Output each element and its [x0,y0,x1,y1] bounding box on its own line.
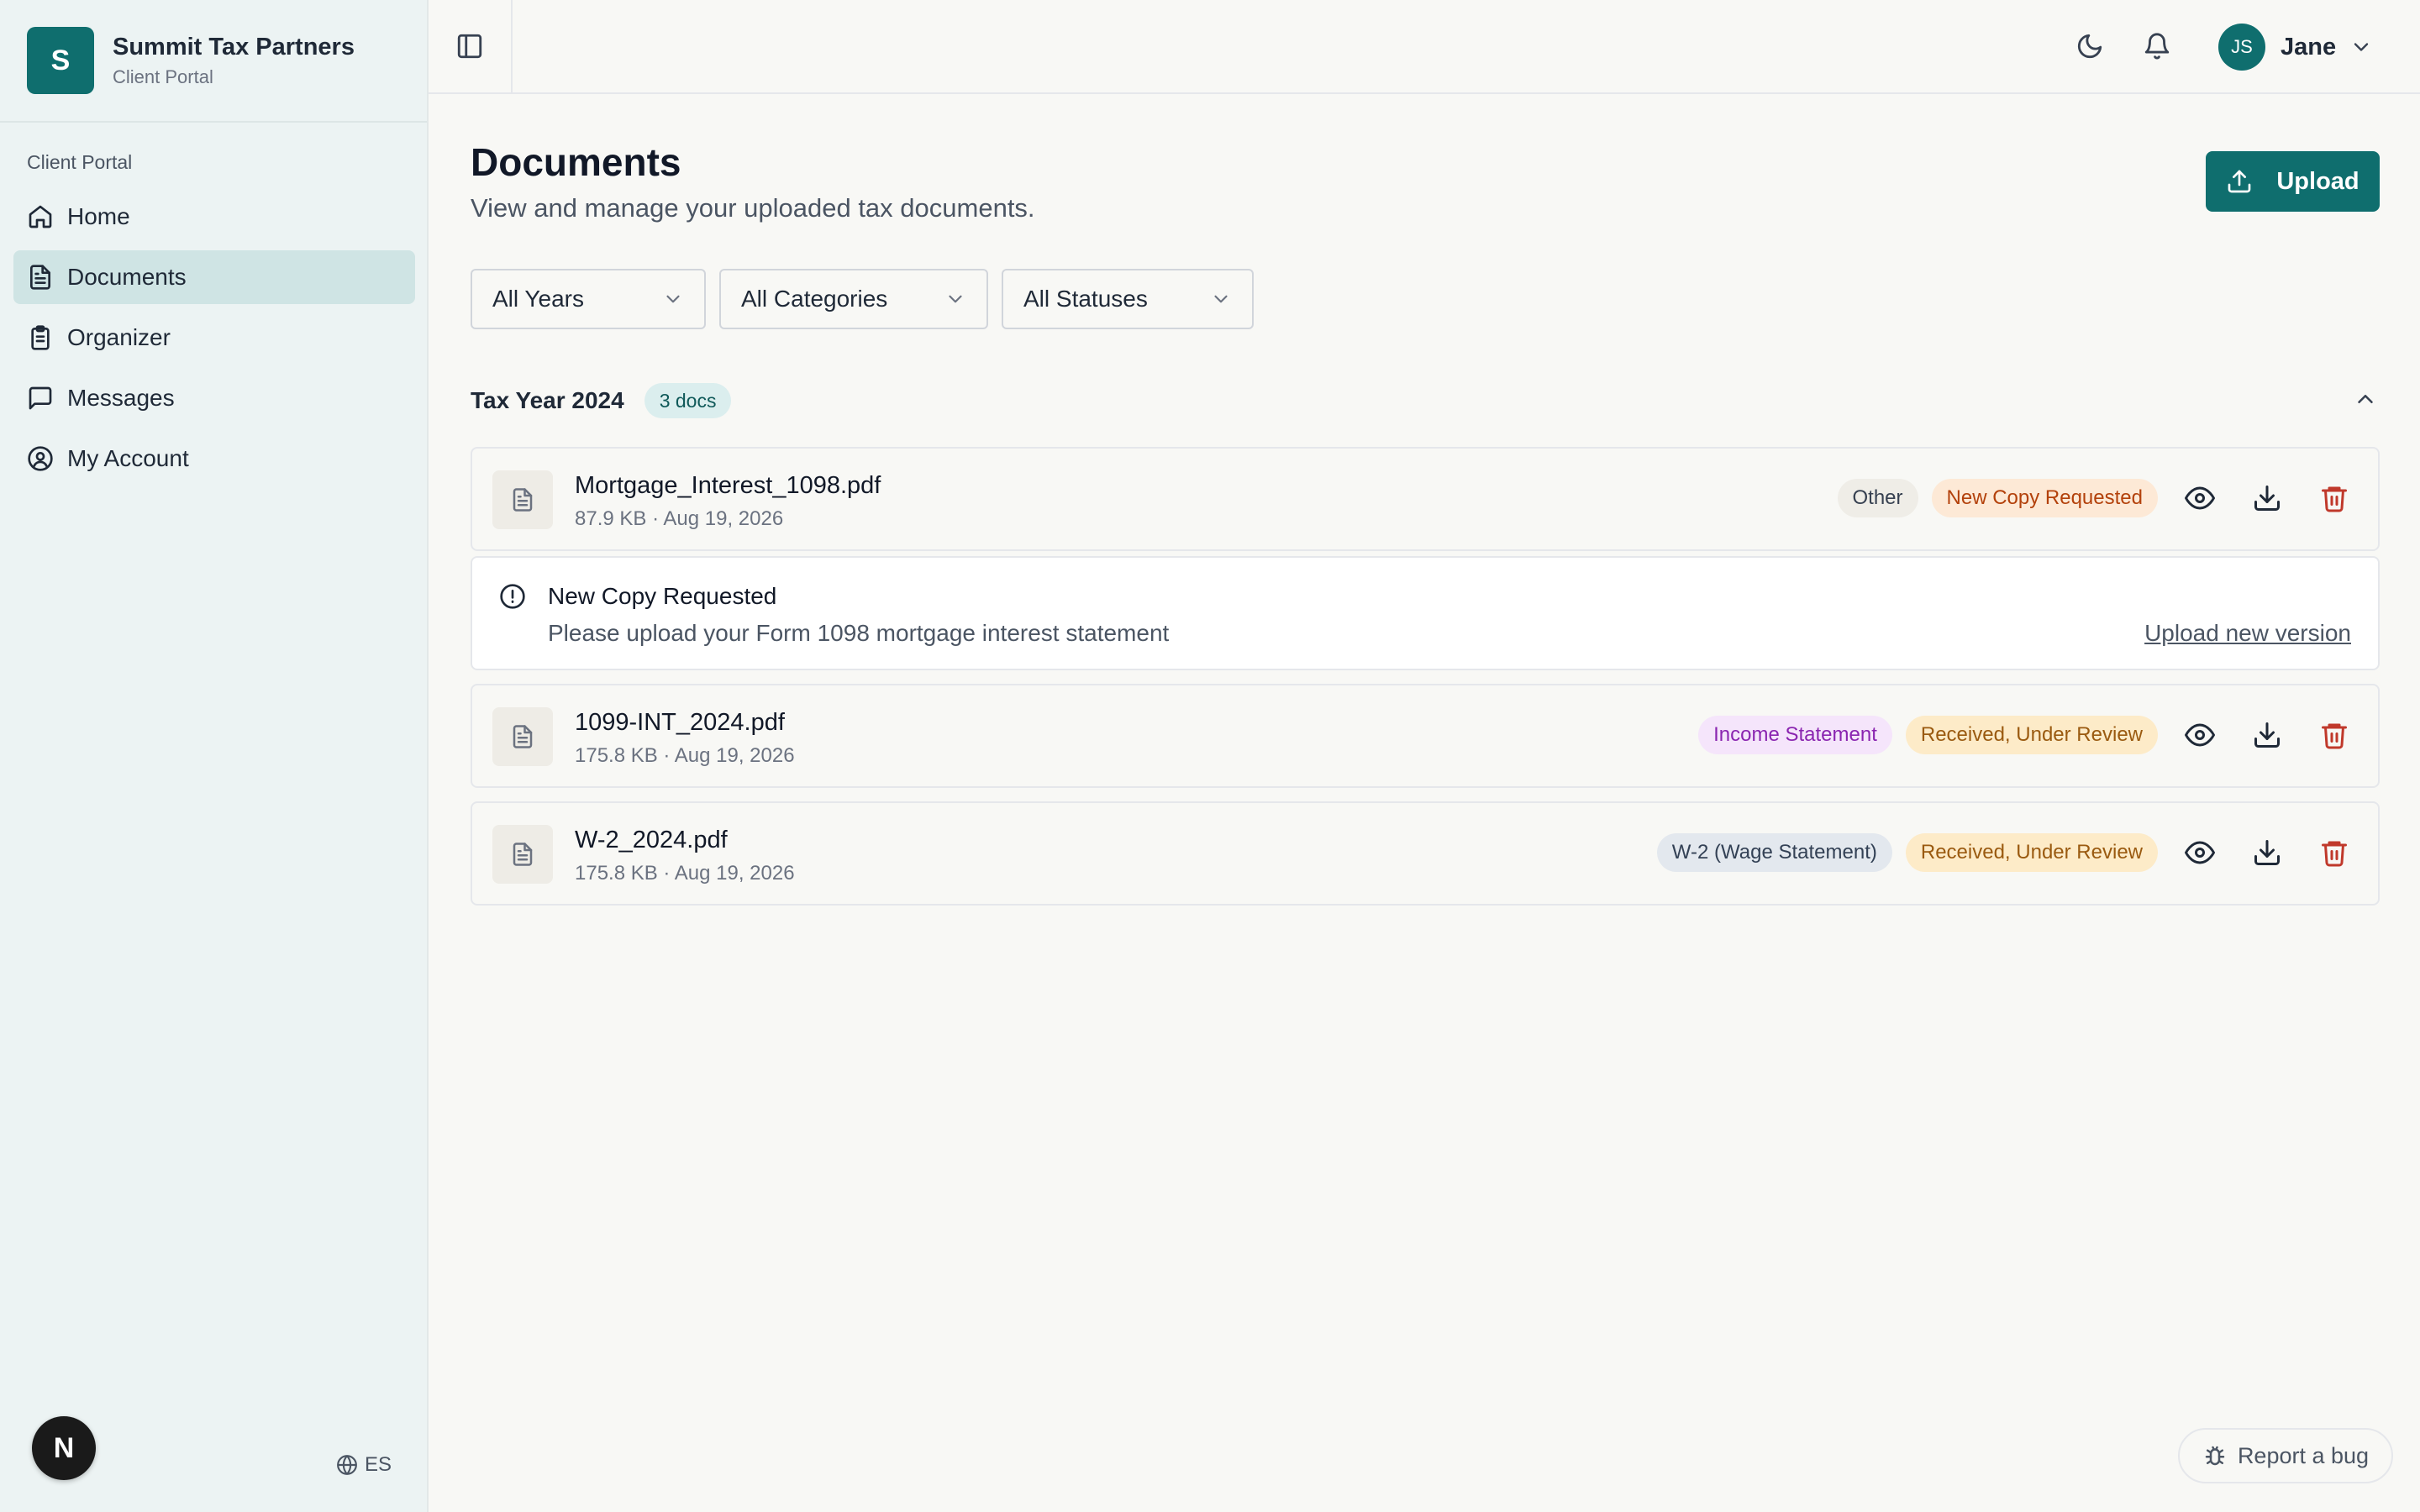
sidebar-item-home[interactable]: Home [13,190,415,244]
status-badge: New Copy Requested [1931,479,2158,517]
document-name: W-2_2024.pdf [575,827,728,853]
notice-message: Please upload your Form 1098 mortgage in… [548,620,1170,646]
download-icon[interactable] [2252,483,2282,513]
table-row: 1099-INT_2024.pdf 175.8 KB · Aug 19, 202… [471,684,2380,788]
report-bug-button[interactable]: Report a bug [2178,1428,2393,1483]
sidebar: S Summit Tax Partners Client Portal Clie… [0,0,429,1512]
notice-title: New Copy Requested [548,583,777,609]
sidebar-item-organizer[interactable]: Organizer [13,311,415,365]
document-name: Mortgage_Interest_1098.pdf [575,472,881,499]
file-icon-box [492,470,553,529]
trash-icon[interactable] [2319,720,2349,750]
brand-subtitle: Client Portal [113,66,213,87]
report-bug-label: Report a bug [2237,1442,2370,1468]
sidebar-item-label: Messages [67,385,175,411]
sidebar-item-label: My Account [67,445,189,471]
alert-circle-icon [500,584,525,609]
sidebar-item-label: Home [67,203,130,229]
sidebar-item-documents[interactable]: Documents [13,250,415,304]
file-icon-box [492,707,553,766]
avatar: JS [2218,24,2265,71]
year-filter-select[interactable]: All Years [471,269,706,329]
upload-new-version-link[interactable]: Upload new version [2144,620,2351,647]
bug-icon [2205,1446,2225,1466]
file-icon [513,488,533,512]
status-badge: Received, Under Review [1905,716,2158,754]
nav-section-label: Client Portal [27,151,133,173]
language-label: ES [365,1453,392,1476]
category-badge: Other [1837,479,1918,517]
chevron-down-icon [2354,43,2369,51]
category-badge: Income Statement [1698,716,1892,754]
user-menu[interactable]: JS Jane [2218,24,2373,71]
document-meta: 87.9 KB · Aug 19, 2026 [575,507,784,530]
user-name: Jane [2281,33,2337,60]
trash-icon[interactable] [2319,483,2349,513]
upload-button[interactable]: Upload [2206,151,2380,212]
file-icon [513,843,533,866]
download-icon[interactable] [2252,720,2282,750]
status-filter-select[interactable]: All Statuses [1002,269,1254,329]
sidebar-toggle-icon [457,34,482,59]
status-badge: Received, Under Review [1905,833,2158,872]
table-row: W-2_2024.pdf 175.8 KB · Aug 19, 2026 W-2… [471,801,2380,906]
category-filter-select[interactable]: All Categories [719,269,988,329]
sidebar-item-my-account[interactable]: My Account [13,432,415,486]
sidebar-item-messages[interactable]: Messages [13,371,415,425]
brand-logo: S [27,27,94,94]
doc-count-badge: 3 docs [644,383,732,418]
language-switcher[interactable]: ES [336,1453,392,1477]
clipboard-icon [31,325,50,350]
upload-label: Upload [2276,167,2360,195]
globe-icon [337,1455,357,1475]
document-meta: 175.8 KB · Aug 19, 2026 [575,862,795,885]
topbar: JS Jane [429,0,2420,94]
home-icon [29,205,52,228]
filter-bar: All Years All Categories All Statuses [471,269,1267,329]
bell-icon[interactable] [2143,32,2171,60]
page-subtitle: View and manage your uploaded tax docume… [471,193,1035,223]
chevron-down-icon [949,295,962,303]
toggle-sidebar-button[interactable] [429,0,513,92]
category-filter-value: All Categories [741,286,888,312]
group-title: Tax Year 2024 [471,387,624,413]
sidebar-item-label: Documents [67,264,187,290]
chevron-down-icon [1214,295,1228,303]
eye-icon[interactable] [2185,483,2215,513]
eye-icon[interactable] [2185,720,2215,750]
page-title: Documents [471,140,681,184]
upload-icon [2228,170,2251,193]
new-copy-notice: New Copy Requested Please upload your Fo… [471,556,2380,670]
chevron-down-icon [666,295,680,303]
moon-icon[interactable] [2075,32,2104,60]
tax-year-group-header: Tax Year 2024 3 docs [471,383,732,418]
eye-icon[interactable] [2185,837,2215,868]
message-icon [29,386,52,410]
document-meta: 175.8 KB · Aug 19, 2026 [575,744,795,767]
file-icon [513,725,533,748]
chevron-up-icon[interactable] [2353,386,2378,412]
document-icon [30,265,50,290]
download-icon[interactable] [2252,837,2282,868]
user-circle-icon [28,446,53,471]
category-badge: W-2 (Wage Statement) [1656,833,1892,872]
table-row: Mortgage_Interest_1098.pdf 87.9 KB · Aug… [471,447,2380,551]
sidebar-nav: Home Documents Organizer Messages My Acc… [13,203,415,492]
sidebar-item-label: Organizer [67,324,171,350]
dev-tools-button[interactable]: N [32,1416,96,1480]
document-name: 1099-INT_2024.pdf [575,709,785,736]
file-icon-box [492,825,553,884]
status-filter-value: All Statuses [1023,286,1148,312]
brand-header[interactable]: S Summit Tax Partners Client Portal [0,0,427,123]
trash-icon[interactable] [2319,837,2349,868]
year-filter-value: All Years [492,286,584,312]
brand-name: Summit Tax Partners [113,33,355,60]
